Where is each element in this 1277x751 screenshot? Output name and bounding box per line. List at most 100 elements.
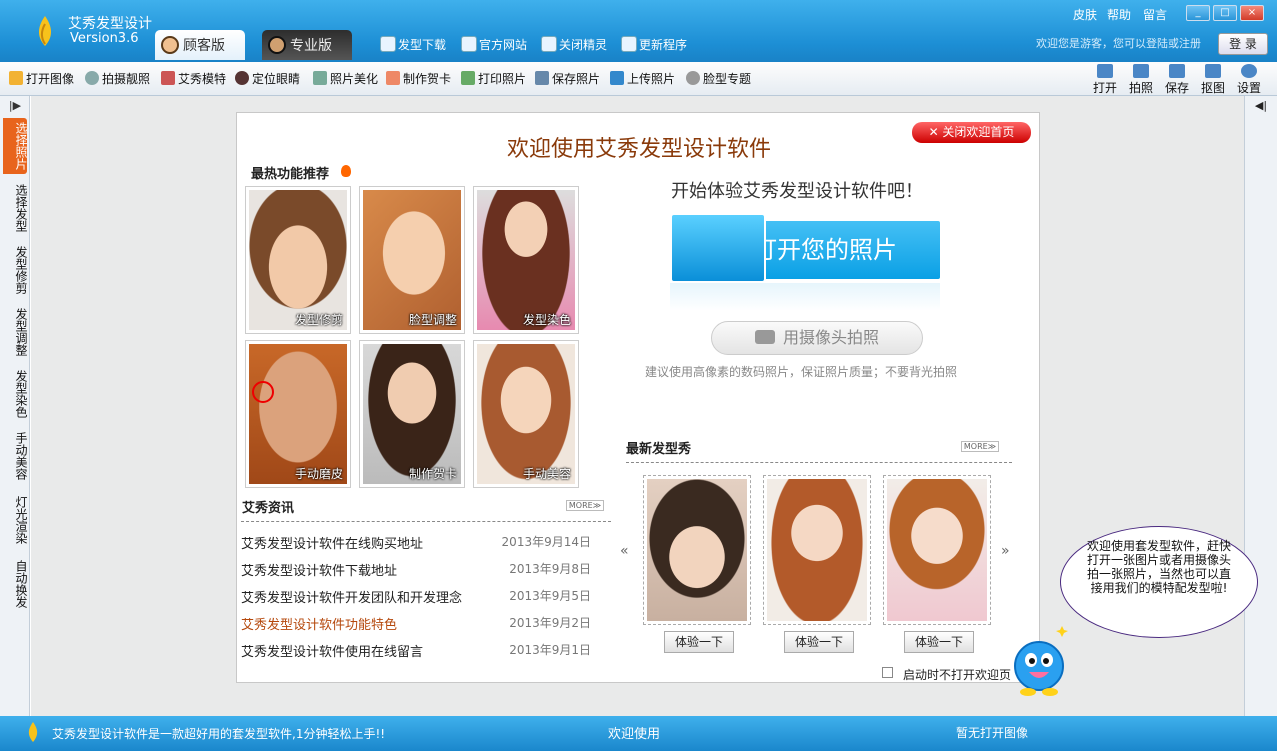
picture-icon bbox=[313, 71, 327, 85]
sidebar-item-select-photo[interactable]: 选择照片 bbox=[3, 118, 28, 174]
feature-face-adjust[interactable]: 脸型调整 bbox=[359, 186, 465, 334]
status-slogan: 艾秀发型设计软件是一款超好用的套发型软件,1分钟轻松上手!! bbox=[52, 727, 386, 741]
camera-icon bbox=[754, 330, 775, 344]
gear-icon bbox=[1241, 64, 1257, 78]
mascot-sprite-icon[interactable] bbox=[1010, 626, 1068, 696]
login-button[interactable]: 登 录 bbox=[1218, 33, 1268, 55]
beautify-photo-button[interactable]: 照片美化 bbox=[313, 69, 378, 87]
welcome-panel: 欢迎使用艾秀发型设计软件 ✕ 关闭欢迎首页 最热功能推荐 发型修剪 脸型调整 发… bbox=[236, 112, 1040, 683]
status-image-info: 暂无打开图像 bbox=[956, 726, 1029, 740]
app-version: Version3.6 bbox=[70, 31, 139, 46]
try-button[interactable]: 体验一下 bbox=[784, 631, 854, 653]
app-title: 艾秀发型设计 bbox=[68, 16, 152, 32]
hairstyle-download-link[interactable]: 发型下载 bbox=[380, 34, 446, 54]
sidebar-item-lighting-render[interactable]: 灯光渲染 bbox=[3, 492, 28, 548]
sidebar-item-hair-dye[interactable]: 发型染色 bbox=[3, 366, 28, 422]
news-item[interactable]: 艾秀发型设计软件使用在线留言 2013年9月1日 bbox=[241, 641, 591, 661]
sidebar-item-hair-adjust[interactable]: 发型调整 bbox=[3, 304, 28, 360]
tab-pro-edition[interactable]: 专业版 bbox=[262, 30, 352, 60]
guest-welcome-text: 欢迎您是游客，您可以登陆或注册 bbox=[1036, 37, 1201, 50]
no-welcome-on-start-label: 启动时不打开欢迎页 bbox=[903, 668, 1012, 682]
guest-avatar-icon bbox=[161, 36, 179, 54]
settings-button[interactable]: 设置 bbox=[1232, 64, 1266, 96]
hairstyle-photo bbox=[647, 479, 747, 621]
news-item[interactable]: 艾秀发型设计软件开发团队和开发理念 2013年9月5日 bbox=[241, 587, 591, 607]
help-link[interactable]: 帮助 bbox=[1107, 6, 1131, 23]
feature-manual-beauty[interactable]: 手动美容 bbox=[473, 340, 579, 488]
feature-manual-smoothing[interactable]: 手动磨皮 bbox=[245, 340, 351, 488]
model-icon bbox=[161, 71, 175, 85]
save-disk-icon bbox=[1169, 64, 1185, 78]
next-arrow[interactable]: » bbox=[1001, 543, 1010, 559]
skin-link[interactable]: 皮肤 bbox=[1073, 6, 1097, 23]
red-circle-marker-icon bbox=[252, 381, 274, 403]
update-program-link[interactable]: 更新程序 bbox=[621, 34, 687, 54]
news-title: 艾秀资讯 bbox=[242, 501, 295, 516]
face-topic-button[interactable]: 脸型专题 bbox=[686, 69, 751, 87]
close-button[interactable]: × bbox=[1240, 5, 1264, 21]
save-icon bbox=[535, 71, 549, 85]
hot-features-title: 最热功能推荐 bbox=[251, 167, 330, 182]
tab-guest-edition[interactable]: 顾客版 bbox=[155, 30, 245, 60]
sidebar-item-hair-trim[interactable]: 发型修剪 bbox=[3, 242, 28, 298]
save-photo-button[interactable]: 保存照片 bbox=[535, 69, 600, 87]
print-photo-button[interactable]: 打印照片 bbox=[461, 69, 526, 87]
button-reflection bbox=[670, 283, 940, 311]
hairstyle-preview[interactable] bbox=[763, 475, 871, 625]
app-logo-icon bbox=[28, 722, 38, 742]
open-button[interactable]: 打开 bbox=[1088, 64, 1122, 96]
news-more-button[interactable]: MORE≫ bbox=[566, 500, 604, 511]
hot-fire-icon bbox=[341, 165, 351, 177]
model-photo: 手动美容 bbox=[477, 344, 575, 484]
photo-tip-text: 建议使用高像素的数码照片，保证照片质量；不要背光拍照 bbox=[645, 365, 958, 379]
printer-icon bbox=[461, 71, 475, 85]
prev-arrow[interactable]: « bbox=[620, 543, 629, 559]
open-image-button[interactable]: 打开图像 bbox=[9, 69, 74, 87]
sidebar-item-auto-hair-swap[interactable]: 自动换发 bbox=[3, 556, 28, 612]
pro-avatar-icon bbox=[268, 36, 286, 54]
hairstyle-photo bbox=[767, 479, 867, 621]
newest-more-button[interactable]: MORE≫ bbox=[961, 441, 999, 452]
news-item[interactable]: 艾秀发型设计软件功能特色 2013年9月2日 bbox=[241, 614, 591, 634]
feature-hair-dye[interactable]: 发型染色 bbox=[473, 186, 579, 334]
no-welcome-on-start-checkbox[interactable] bbox=[882, 667, 893, 678]
start-experience-text: 开始体验艾秀发型设计软件吧！ bbox=[671, 181, 923, 202]
camera-toolbar-button[interactable]: 拍照 bbox=[1124, 64, 1158, 96]
official-site-link[interactable]: 官方网站 bbox=[461, 34, 527, 54]
home-icon bbox=[461, 36, 477, 52]
model-photo: 发型修剪 bbox=[249, 190, 347, 330]
news-item[interactable]: 艾秀发型设计软件下载地址 2013年9月8日 bbox=[241, 560, 591, 580]
status-welcome: 欢迎使用 bbox=[608, 727, 661, 742]
take-photo-button[interactable]: 拍摄靓照 bbox=[85, 69, 150, 87]
upload-photo-button[interactable]: 上传照片 bbox=[610, 69, 675, 87]
message-link[interactable]: 留言 bbox=[1143, 6, 1167, 23]
model-photo: 发型染色 bbox=[477, 190, 575, 330]
close-welcome-button[interactable]: ✕ 关闭欢迎首页 bbox=[912, 122, 1031, 143]
right-sidebar: ◀| bbox=[1244, 96, 1277, 716]
collapse-left-button[interactable]: |▶ bbox=[0, 96, 30, 116]
sprite-icon bbox=[541, 36, 557, 52]
locate-eyes-button[interactable]: 定位眼睛 bbox=[235, 69, 300, 87]
cutout-button[interactable]: 抠图 bbox=[1196, 64, 1230, 96]
hairstyle-preview[interactable] bbox=[883, 475, 991, 625]
eye-icon bbox=[235, 71, 249, 85]
make-card-button[interactable]: 制作贺卡 bbox=[386, 69, 451, 87]
minimize-button[interactable]: _ bbox=[1186, 5, 1210, 21]
collapse-right-button[interactable]: ◀| bbox=[1245, 96, 1277, 116]
feature-make-card[interactable]: 制作贺卡 bbox=[359, 340, 465, 488]
hairstyle-preview[interactable] bbox=[643, 475, 751, 625]
app-logo-icon bbox=[38, 16, 52, 46]
try-button[interactable]: 体验一下 bbox=[664, 631, 734, 653]
model-photo: 脸型调整 bbox=[363, 190, 461, 330]
close-sprite-link[interactable]: 关闭精灵 bbox=[541, 34, 607, 54]
try-button[interactable]: 体验一下 bbox=[904, 631, 974, 653]
hairstyle-photo bbox=[887, 479, 987, 621]
model-button[interactable]: 艾秀模特 bbox=[161, 69, 226, 87]
feature-hair-trim[interactable]: 发型修剪 bbox=[245, 186, 351, 334]
news-item[interactable]: 艾秀发型设计软件在线购买地址 2013年9月14日 bbox=[241, 533, 591, 553]
sidebar-item-select-hairstyle[interactable]: 选择发型 bbox=[3, 180, 28, 236]
sidebar-item-manual-beauty[interactable]: 手动美容 bbox=[3, 428, 28, 484]
save-toolbar-button[interactable]: 保存 bbox=[1160, 64, 1194, 96]
maximize-button[interactable]: □ bbox=[1213, 5, 1237, 21]
use-webcam-button[interactable]: 用摄像头拍照 bbox=[711, 321, 923, 355]
